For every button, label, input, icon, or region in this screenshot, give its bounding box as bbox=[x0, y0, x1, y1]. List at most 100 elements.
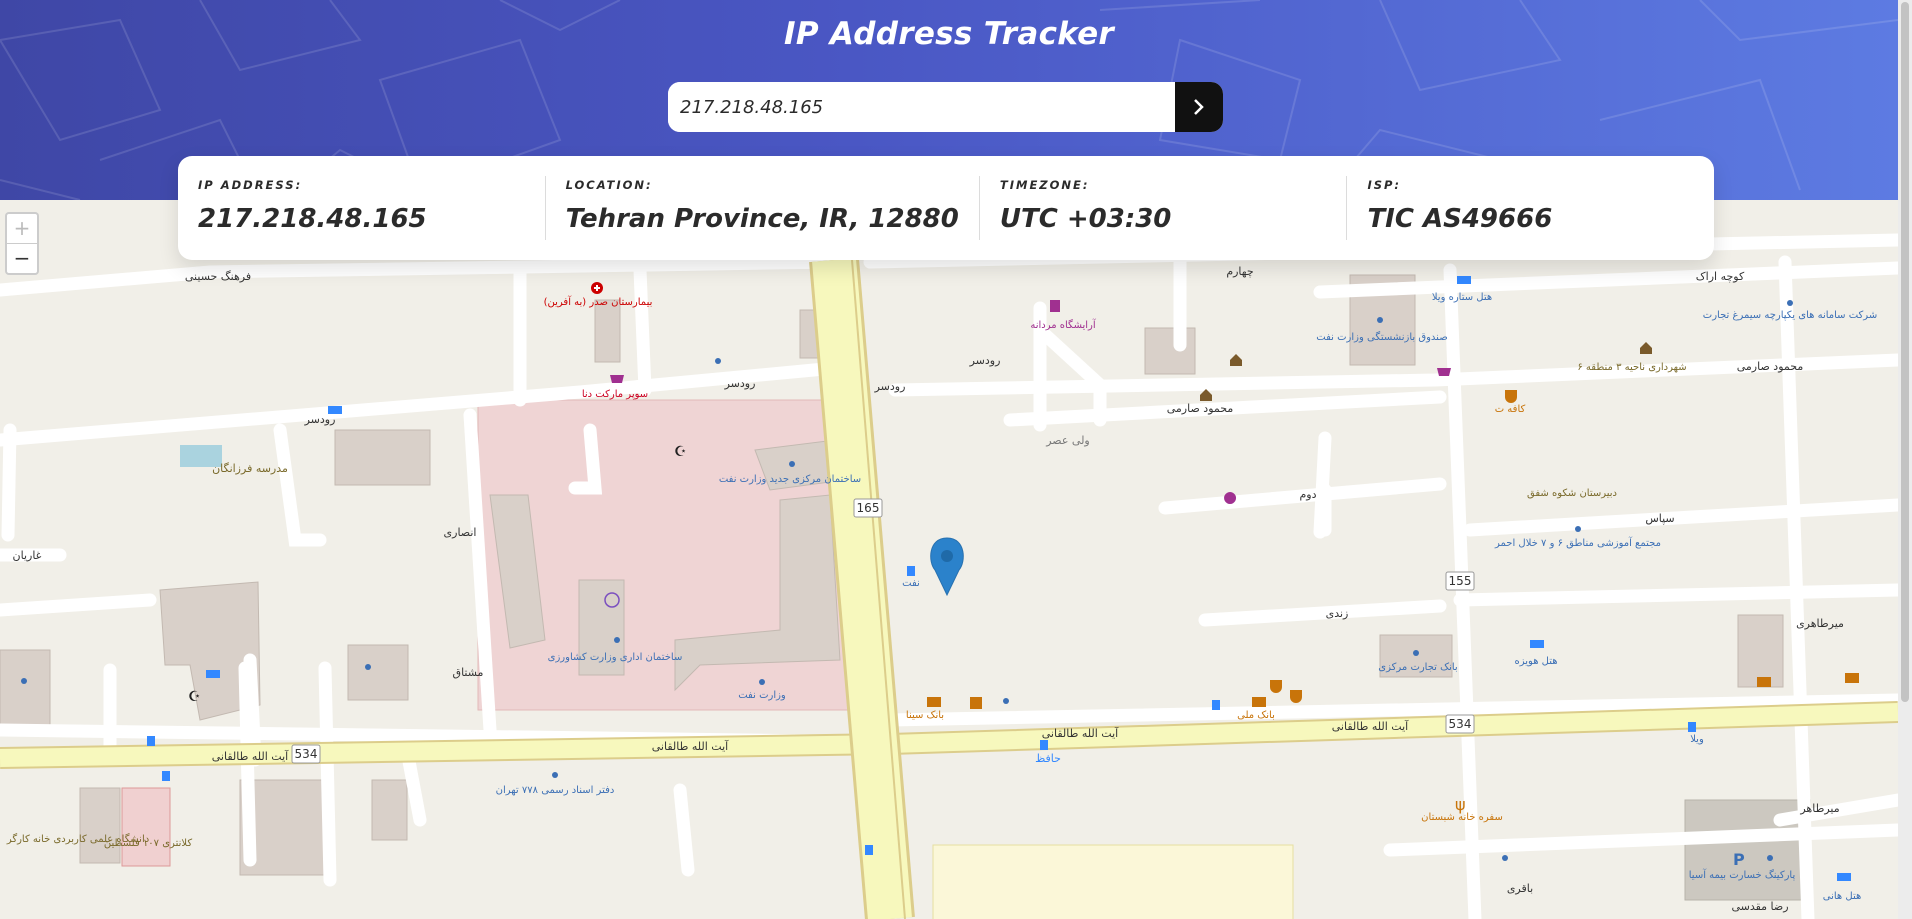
street-label: مدرسه فرزانگان bbox=[212, 462, 288, 475]
location-cell: LOCATION: Tehran Province, IR, 12880 bbox=[544, 176, 979, 240]
poi-label: ویلا bbox=[1690, 734, 1704, 745]
hotel-icon bbox=[1457, 276, 1471, 284]
mosque-icon: ☪ bbox=[674, 444, 687, 460]
bank-icon bbox=[1845, 673, 1859, 683]
street-label: چهارم bbox=[1226, 265, 1253, 278]
poi-label: بیمارستان صدر (به آفرین) bbox=[544, 295, 653, 308]
bus-stop-icon bbox=[907, 566, 915, 576]
cafe-icon bbox=[1270, 680, 1282, 693]
isp-cell: ISP: TIC AS49666 bbox=[1346, 176, 1714, 240]
chevron-right-icon bbox=[1194, 99, 1204, 115]
isp-label: ISP: bbox=[1367, 178, 1402, 192]
parking-icon: P bbox=[1733, 850, 1745, 869]
zoom-control: + − bbox=[5, 212, 39, 275]
bank-icon bbox=[970, 697, 982, 709]
bank-icon bbox=[927, 697, 941, 707]
bus-stop-icon bbox=[147, 736, 155, 746]
street-label: آیت الله طالقانی bbox=[1332, 719, 1409, 733]
ip-search-form bbox=[668, 82, 1223, 132]
poi-label: هتل هانی bbox=[1823, 891, 1861, 902]
bank-icon bbox=[1252, 697, 1266, 707]
poi-label: شرکت سامانه های یکپارچه سیمرغ تجارت bbox=[1703, 310, 1877, 321]
poi-label: سوپر مارکت دنا bbox=[582, 389, 648, 400]
poi-label: کافه ت bbox=[1495, 404, 1526, 415]
street-label: رودسر bbox=[969, 354, 1001, 367]
street-label: انصاری bbox=[444, 526, 477, 539]
cafe-icon bbox=[1505, 390, 1517, 403]
cafe-icon bbox=[1290, 690, 1302, 703]
map-view[interactable]: 165 155 534 534 فرهنگ حسینی رودسر رودسر … bbox=[0, 200, 1898, 919]
mosque-icon: ☪ bbox=[188, 689, 201, 705]
street-label: سپاس bbox=[1645, 512, 1674, 525]
street-label: میرطاهر bbox=[1799, 802, 1839, 815]
poi-label: صندوق بازنشستگی وزارت نفت bbox=[1316, 331, 1447, 343]
ip-address-value: 217.218.48.165 bbox=[198, 204, 427, 234]
street-label: رودسر bbox=[304, 413, 336, 426]
street-label: حافظ bbox=[1035, 752, 1061, 765]
street-label: زندی bbox=[1326, 607, 1349, 620]
poi-label: هتل ستاره ویلا bbox=[1432, 292, 1492, 303]
bus-stop-icon bbox=[865, 845, 873, 855]
street-label: غاریان bbox=[13, 549, 42, 562]
street-label: رضا مقدسی bbox=[1731, 900, 1788, 913]
hairdresser-icon bbox=[1050, 300, 1060, 312]
poi-label: آرایشگاه مردانه bbox=[1030, 318, 1097, 331]
poi-label: بانک تجارت مرکزی bbox=[1378, 662, 1457, 673]
ip-address-label: IP ADDRESS: bbox=[198, 178, 303, 192]
page-title: IP Address Tracker bbox=[783, 16, 1115, 52]
poi-label: مجتمع آموزشی مناطق ۶ و ۷ خلال احمر bbox=[1494, 536, 1661, 549]
street-label: آیت الله طالقانی bbox=[652, 739, 729, 753]
poi-label: وزارت نفت bbox=[738, 690, 786, 701]
location-value: Tehran Province, IR, 12880 bbox=[565, 204, 959, 234]
street-label: مشتاق bbox=[453, 666, 484, 679]
route-shield: 534 bbox=[1449, 717, 1472, 731]
timezone-label: TIMEZONE: bbox=[999, 178, 1090, 192]
poi-label: ساختمان مرکزی جدید وزارت نفت bbox=[719, 474, 861, 485]
poi-label: دبیرستان شکوه شفق bbox=[1527, 488, 1617, 499]
street-label: باقری bbox=[1507, 882, 1533, 895]
shop-icon bbox=[610, 375, 624, 383]
zoom-out-button[interactable]: − bbox=[7, 244, 37, 273]
gift-icon bbox=[1224, 492, 1237, 504]
map-canvas[interactable]: 165 155 534 534 فرهنگ حسینی رودسر رودسر … bbox=[0, 200, 1898, 919]
street-label: محمود صارمی bbox=[1167, 402, 1234, 415]
bus-stop-icon bbox=[1040, 740, 1048, 750]
poi-label: کلانتری ۱۰۷ فلسطین bbox=[104, 838, 192, 849]
ip-info-panel: IP ADDRESS: 217.218.48.165 LOCATION: Teh… bbox=[178, 156, 1714, 260]
street-label: رودسر bbox=[724, 377, 756, 390]
bank-icon bbox=[1757, 677, 1771, 687]
street-label: میرطاهری bbox=[1796, 617, 1844, 630]
route-shield: 155 bbox=[1449, 574, 1472, 588]
street-label: محمود صارمی bbox=[1737, 360, 1804, 373]
isp-value: TIC AS49666 bbox=[1367, 204, 1553, 234]
street-label: رودسر bbox=[874, 380, 906, 393]
timezone-value: UTC +03:30 bbox=[999, 204, 1172, 234]
hotel-icon bbox=[206, 670, 220, 678]
location-label: LOCATION: bbox=[565, 178, 653, 192]
bus-station-icon bbox=[328, 406, 342, 414]
page-scrollbar[interactable] bbox=[1898, 0, 1912, 919]
poi-label: پارکینگ خسارت بیمه آسیا bbox=[1689, 868, 1796, 881]
hotel-icon bbox=[1530, 640, 1544, 648]
scrollbar-thumb[interactable] bbox=[1901, 2, 1909, 702]
street-label: فرهنگ حسینی bbox=[185, 270, 251, 283]
poi-label: شهرداری ناحیه ۳ منطقه ۶ bbox=[1577, 362, 1686, 373]
ip-search-input[interactable] bbox=[668, 82, 1175, 132]
street-label: دوم bbox=[1299, 488, 1316, 501]
ip-address-cell: IP ADDRESS: 217.218.48.165 bbox=[178, 176, 545, 240]
poi-label: بانک ملی bbox=[1237, 710, 1275, 721]
route-shield: 165 bbox=[857, 501, 880, 515]
zoom-in-button[interactable]: + bbox=[7, 214, 37, 244]
poi-label: هتل هویزه bbox=[1514, 656, 1557, 667]
hotel-icon bbox=[1837, 873, 1851, 881]
restaurant-icon: ψ bbox=[1455, 795, 1466, 814]
street-label: ولی عصر bbox=[1045, 434, 1090, 447]
street-label: کوچه اراک bbox=[1696, 270, 1745, 283]
street-label: آیت الله طالقانی bbox=[212, 749, 289, 763]
search-submit-button[interactable] bbox=[1175, 82, 1223, 132]
poi-label: ساختمان اداری وزارت کشاورزی bbox=[548, 652, 683, 663]
street-label: آیت الله طالقانی bbox=[1042, 726, 1119, 740]
poi-label: نفت bbox=[902, 578, 920, 589]
timezone-cell: TIMEZONE: UTC +03:30 bbox=[978, 176, 1347, 240]
bus-stop-icon bbox=[1688, 722, 1696, 732]
